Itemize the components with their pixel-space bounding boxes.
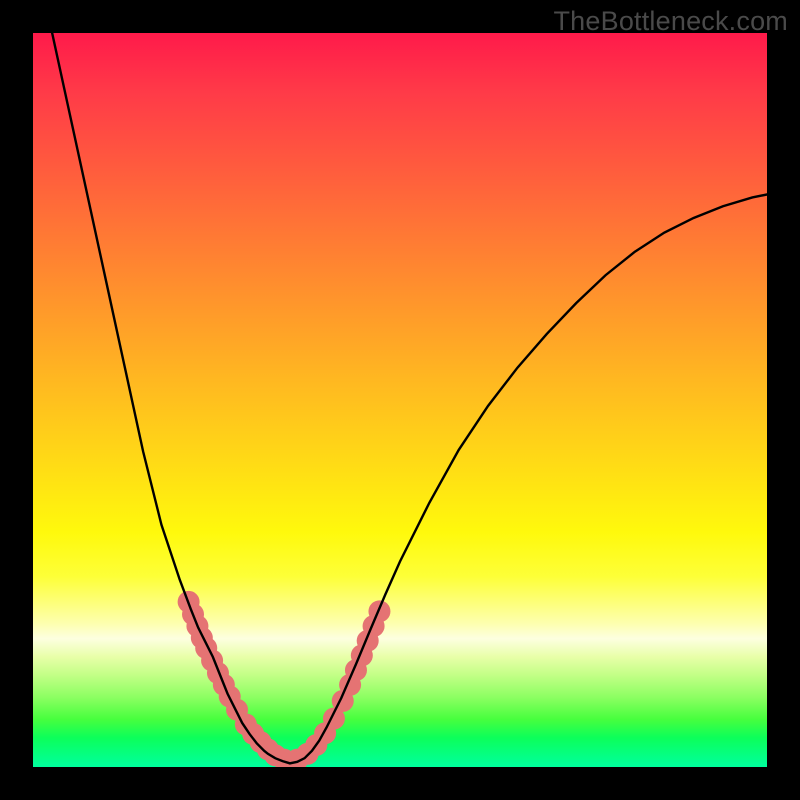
chart-frame: TheBottleneck.com (0, 0, 800, 800)
data-markers (178, 591, 391, 767)
chart-svg (33, 33, 767, 767)
bottleneck-curve (33, 33, 767, 763)
data-marker (368, 600, 390, 622)
plot-area (33, 33, 767, 767)
